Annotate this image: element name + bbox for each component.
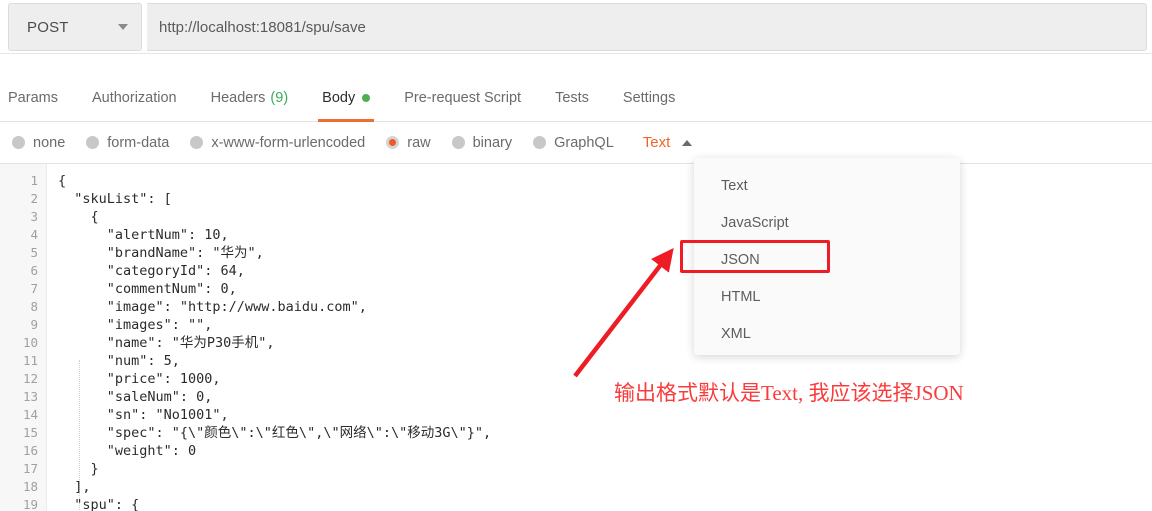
body-type-label: GraphQL (554, 134, 614, 151)
url-text: http://localhost:18081/spu/save (159, 18, 366, 36)
annotation-text: 输出格式默认是Text, 我应该选择JSON (614, 381, 964, 405)
line-number: 8 (30, 299, 38, 314)
body-type-label: none (33, 134, 66, 151)
code-line: "spu": { (58, 497, 140, 511)
body-type-label: form-data (107, 134, 170, 151)
code-line: "sn": "No1001", (58, 407, 229, 423)
line-number: 14 (22, 407, 38, 422)
tab-label: Params (8, 89, 58, 106)
request-url-bar: POST http://localhost:18081/spu/save (0, 0, 1152, 54)
code-line: } (58, 461, 99, 477)
code-line: "image": "http://www.baidu.com", (58, 299, 367, 315)
code-line: "saleNum": 0, (58, 389, 213, 405)
tab-body[interactable]: Body (305, 74, 387, 122)
line-number: 5 (30, 245, 38, 260)
body-type-label: x-www-form-urlencoded (211, 134, 366, 151)
line-number: 4 (30, 227, 38, 242)
line-number: 15 (22, 425, 38, 440)
line-number: 17 (22, 461, 38, 476)
tab-label: Settings (622, 89, 676, 106)
http-method-select[interactable]: POST (8, 3, 142, 51)
body-type-binary[interactable]: binary (451, 134, 513, 151)
dropdown-option-label: JavaScript (721, 214, 789, 231)
code-line: ], (58, 479, 91, 495)
dropdown-option-xml[interactable]: XML (694, 315, 960, 352)
tab-pre-request-script[interactable]: Pre-request Script (387, 74, 538, 122)
line-number: 11 (22, 353, 38, 368)
line-number: 9 (30, 317, 38, 332)
http-method-label: POST (27, 18, 69, 36)
line-number: 1 (30, 173, 38, 188)
body-type-form-data[interactable]: form-data (86, 135, 169, 151)
tab-label: Tests (555, 89, 589, 106)
radio-icon (86, 136, 100, 149)
raw-format-select[interactable]: Text (643, 134, 693, 151)
code-line: { (58, 173, 67, 189)
line-number: 2 (30, 191, 38, 206)
request-tab-bar: Params Authorization Headers (9) Body Pr… (0, 74, 1152, 122)
radio-icon (533, 136, 547, 149)
dropdown-option-label: XML (721, 325, 751, 342)
radio-icon (190, 136, 204, 149)
dropdown-option-label: JSON (721, 251, 760, 268)
code-line: "images": "", (58, 317, 213, 333)
body-type-raw[interactable]: raw (386, 134, 431, 151)
dropdown-option-label: HTML (721, 288, 761, 305)
headers-count: (9) (270, 89, 289, 106)
code-line: "commentNum": 0, (58, 281, 237, 297)
dropdown-option-html[interactable]: HTML (694, 278, 960, 315)
code-line: "weight": 0 (58, 443, 197, 459)
line-number: 19 (22, 497, 38, 511)
radio-icon (12, 136, 25, 149)
raw-format-value: Text (642, 134, 671, 151)
tab-label: Pre-request Script (404, 89, 522, 106)
line-number: 10 (22, 335, 38, 350)
tab-label: Authorization (91, 89, 177, 106)
code-line: "name": "华为P30手机", (58, 335, 275, 351)
radio-icon (451, 136, 465, 149)
body-type-urlencoded[interactable]: x-www-form-urlencoded (190, 135, 365, 151)
line-number: 3 (30, 209, 38, 224)
line-number: 13 (22, 389, 38, 404)
line-number: 16 (22, 443, 38, 458)
tab-settings[interactable]: Settings (606, 74, 692, 122)
url-input[interactable]: http://localhost:18081/spu/save (147, 3, 1147, 51)
radio-selected-icon (386, 136, 400, 149)
line-number-gutter: 1 2 3 4 5 6 7 8 9 10 11 12 13 14 15 16 17 18 19 (0, 164, 47, 511)
line-number: 6 (30, 263, 38, 278)
code-line: "brandName": "华为", (58, 245, 264, 261)
line-number: 12 (22, 371, 38, 386)
line-number: 7 (30, 281, 38, 296)
code-line: "skuList": [ (58, 191, 172, 207)
dropdown-option-text[interactable]: Text (694, 167, 960, 204)
dropdown-option-json[interactable]: JSON (694, 241, 960, 278)
tab-label: Headers (210, 89, 266, 106)
body-active-dot-icon (362, 93, 371, 102)
tab-authorization[interactable]: Authorization (75, 74, 194, 122)
body-type-label: raw (407, 134, 431, 151)
chevron-down-icon (118, 24, 128, 30)
code-line: "price": 1000, (58, 371, 221, 387)
request-body-editor[interactable]: 1 2 3 4 5 6 7 8 9 10 11 12 13 14 15 16 17 18 19 { "skuList… (0, 164, 1152, 511)
dropdown-option-label: Text (721, 177, 748, 194)
body-type-graphql[interactable]: GraphQL (533, 135, 614, 151)
tab-label: Body (322, 89, 356, 106)
code-line: { (58, 209, 99, 225)
dropdown-option-javascript[interactable]: JavaScript (694, 204, 960, 241)
tab-params[interactable]: Params (0, 74, 75, 122)
code-line: "spec": "{\"颜色\":\"红色\",\"网络\":\"移动3G\"}… (58, 425, 492, 441)
body-type-row: none form-data x-www-form-urlencoded raw… (0, 122, 1152, 164)
chevron-up-icon (682, 139, 693, 146)
body-type-none[interactable]: none (12, 135, 65, 151)
tab-headers[interactable]: Headers (9) (194, 74, 306, 122)
code-line: "alertNum": 10, (58, 227, 229, 243)
raw-format-dropdown-menu[interactable]: Text JavaScript JSON HTML XML (694, 158, 960, 355)
code-line: "num": 5, (58, 353, 180, 369)
body-type-label: binary (472, 134, 513, 151)
line-number: 18 (22, 479, 38, 494)
code-line: "categoryId": 64, (58, 263, 245, 279)
tab-tests[interactable]: Tests (538, 74, 606, 122)
